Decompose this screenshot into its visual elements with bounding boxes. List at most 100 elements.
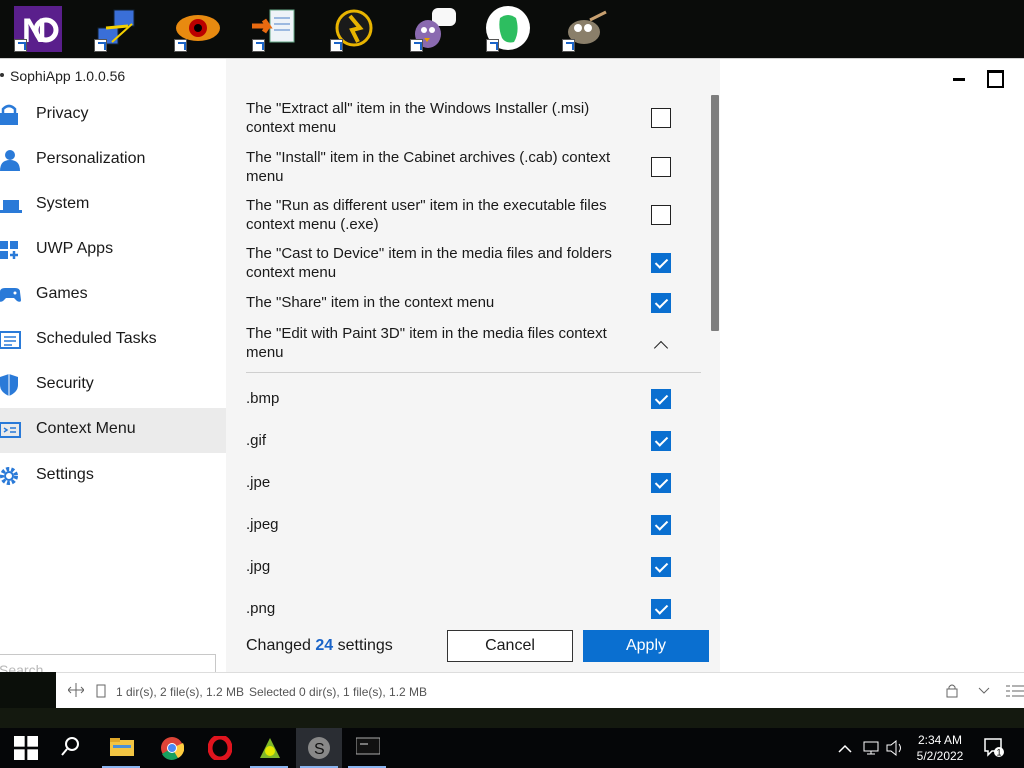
checkbox-jpeg[interactable] [651,515,671,535]
chrome-icon [161,737,184,760]
sidebar-item-personalization[interactable]: Personalization [0,138,226,183]
divider [246,372,701,373]
app-icon [0,73,4,77]
pikachu-app-icon[interactable] [328,6,378,54]
pidgin-icon[interactable] [408,6,458,54]
nd-app-icon[interactable]: N [12,6,62,54]
sophiapp-icon: S [308,737,330,759]
windows-logo-icon [14,736,38,760]
explorer-status-bar: 1 dir(s), 2 file(s), 1.2 MB Selected 0 d… [0,672,1024,708]
cancel-button[interactable]: Cancel [447,630,573,662]
sidebar-item-label: UWP Apps [36,240,114,257]
sidebar-item-privacy[interactable]: Privacy [0,93,226,138]
window-title: SophiApp 1.0.0.56 [10,68,126,84]
view-details-icon[interactable] [1006,684,1024,701]
sidebar-item-label: Scheduled Tasks [36,330,157,347]
right-pane [720,93,1024,673]
checkbox-bmp[interactable] [651,389,671,409]
checkbox-run-as-different-user[interactable] [651,205,671,225]
gimp-icon[interactable] [560,6,610,54]
clock[interactable]: 2:34 AM 5/2/2022 [912,732,968,764]
sidebar-item-label: Personalization [36,150,146,167]
sidebar-item-settings[interactable]: Settings [0,454,226,499]
network-icon[interactable] [862,740,880,761]
extension-label: .jpg [246,558,271,575]
taskbar-sophiapp[interactable]: S [296,728,342,768]
scrollbar-thumb[interactable] [711,95,719,331]
start-button[interactable] [0,728,46,768]
maximize-button[interactable] [983,67,1005,89]
changed-prefix: Changed [246,637,311,654]
desktop-icon-strip: N [0,0,1024,58]
sidebar-item-system[interactable]: System [0,183,226,228]
list-item-bmp: .bmp [246,389,686,408]
minimize-button[interactable] [948,67,970,89]
eye-app-icon[interactable] [172,6,222,54]
checkbox-jpg[interactable] [651,557,671,577]
setting-label: The "Share" item in the context menu [246,294,495,311]
clock-date: 5/2/2022 [916,749,964,763]
sidebar-item-uwp-apps[interactable]: UWP Apps [0,228,226,273]
setting-label: The "Cast to Device" item in the media f… [246,245,612,281]
context-menu-icon [0,419,22,441]
taskbar-chrome[interactable] [148,728,194,768]
setting-label: The "Extract all" item in the Windows In… [246,100,590,136]
list-item-jpg: .jpg [246,557,686,576]
opera-icon [208,736,232,760]
setting-cast-to-device: The "Cast to Device" item in the media f… [246,244,686,282]
folder-icon [110,738,134,756]
evernote-icon[interactable] [484,6,534,54]
notification-count: 1 [997,748,1002,758]
shortcut-arrow-icon [410,39,423,52]
search-button[interactable] [48,728,94,768]
taskbar-file-explorer[interactable] [98,728,144,768]
setting-extract-all: The "Extract all" item in the Windows In… [246,99,686,137]
checkbox-jpe[interactable] [651,473,671,493]
taskbar: S 2:34 AM 5/2/2022 1 [0,728,1024,768]
sidebar: Privacy Personalization System UWP Apps … [0,93,226,686]
shortcut-arrow-icon [330,39,343,52]
chevron-up-icon[interactable] [654,338,668,352]
status-bar-panel: 1 dir(s), 2 file(s), 1.2 MB Selected 0 d… [56,672,1024,708]
setting-share: The "Share" item in the context menu [246,293,686,312]
checkbox-cast-to-device[interactable] [651,253,671,273]
taskbar-app-green[interactable] [246,728,292,768]
network-tool-icon[interactable] [92,6,142,54]
lock-icon[interactable] [946,683,958,701]
chevron-down-icon[interactable] [978,685,990,699]
sidebar-item-label: Games [36,285,88,302]
sidebar-item-context-menu[interactable]: Context Menu [0,408,226,453]
laptop-icon [0,194,22,216]
app-window: SophiApp 1.0.0.56 Privacy Personalizatio… [0,58,1024,686]
setting-run-as-different-user: The "Run as different user" item in the … [246,196,686,234]
sidebar-item-security[interactable]: Security [0,363,226,408]
shortcut-arrow-icon [94,39,107,52]
list-item-jpeg: .jpeg [246,515,686,534]
extension-label: .bmp [246,390,280,407]
list-item-png: .png [246,599,686,618]
volume-icon[interactable] [886,739,904,761]
setting-install-cab: The "Install" item in the Cabinet archiv… [246,148,686,186]
checkbox-share[interactable] [651,293,671,313]
file-transfer-icon[interactable] [250,6,300,54]
apply-button[interactable]: Apply [583,630,709,662]
extension-label: .jpeg [246,516,279,533]
search-icon [61,737,79,756]
taskbar-opera[interactable] [196,728,242,768]
sidebar-item-games[interactable]: Games [0,273,226,318]
checkbox-gif[interactable] [651,431,671,451]
dir-info: 1 dir(s), 2 file(s), 1.2 MB [116,685,245,699]
checkbox-png[interactable] [651,599,671,619]
settings-list: The "Extract all" item in the Windows In… [226,59,720,673]
checkbox-extract-all[interactable] [651,108,671,128]
changed-count: 24 [315,637,334,654]
notification-icon[interactable]: 1 [984,738,1006,763]
clock-time: 2:34 AM [917,733,963,747]
taskbar-terminal[interactable] [344,728,390,768]
checkbox-install-cab[interactable] [651,157,671,177]
shortcut-arrow-icon [14,39,27,52]
sidebar-item-scheduled-tasks[interactable]: Scheduled Tasks [0,318,226,363]
user-icon [0,149,22,171]
svg-text:S: S [314,741,325,758]
chevron-up-icon[interactable] [838,741,852,759]
